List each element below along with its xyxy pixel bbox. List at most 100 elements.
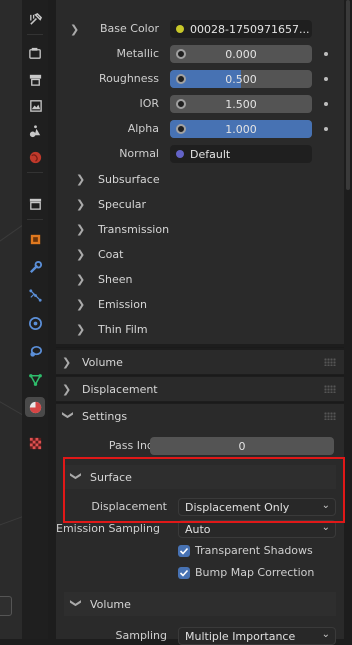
volume-sampling-value: Multiple Importance [185,629,296,643]
base-color-label: Base Color [99,22,159,35]
chevron-down-icon: ⌄ [321,522,330,533]
drag-grip-icon[interactable] [324,385,336,393]
transparent-shadows-label[interactable]: Transparent Shadows [195,544,313,557]
viewport-wireframe-line [0,513,22,528]
panel-title: Displacement [82,382,158,396]
panel-header-volume[interactable]: ❯ Volume [56,350,344,374]
vector-socket-icon [176,150,184,158]
physics-tab-icon[interactable] [25,313,45,333]
subpanel-header-volume[interactable]: ❯ Volume [64,592,336,616]
chevron-right-icon: ❯ [76,172,86,186]
base-color-value: 00028-1750971657... [190,22,310,36]
emission-sampling-dropdown[interactable]: Auto ⌄ [178,520,336,538]
subpanel-sheen[interactable]: ❯ Sheen [76,269,132,289]
roughness-label: Roughness [98,72,159,85]
chevron-down-icon: ❯ [69,598,83,608]
alpha-label: Alpha [127,122,159,135]
transparent-shadows-checkbox[interactable] [178,545,190,557]
viewport-wireframe-line [0,400,22,421]
particles-tab-icon[interactable] [25,285,45,305]
chevron-down-icon: ❯ [61,410,75,420]
metallic-label: Metallic [116,47,159,60]
tab-divider [27,34,43,35]
drag-grip-icon[interactable] [324,412,336,420]
metallic-value: 0.000 [225,47,257,61]
pass-index-field[interactable]: 0 [150,437,334,455]
chevron-right-icon: ❯ [76,272,86,286]
scrollbar-thumb[interactable] [346,0,350,190]
roughness-keyframe-dot[interactable] [324,77,328,81]
subpanel-header-surface[interactable]: ❯ Surface [64,465,336,489]
material-properties-panel: ❯ Base Color 00028-1750971657... Metalli… [48,0,352,645]
viewport-wireframe-line [0,215,22,246]
object-tab-icon[interactable] [25,229,45,249]
subpanel-transmission[interactable]: ❯ Transmission [76,219,169,239]
panel-divider [56,375,344,376]
alpha-keyframe-dot[interactable] [324,127,328,131]
view-layer-tab-icon[interactable] [25,95,45,115]
subpanel-subsurface[interactable]: ❯ Subsurface [76,169,160,189]
chevron-right-icon: ❯ [76,222,86,236]
displacement-method-label: Displacement [91,500,167,513]
scene-tab-icon[interactable] [25,121,45,141]
chevron-right-icon: ❯ [76,197,86,211]
render-tab-icon[interactable] [25,43,45,63]
bump-map-correction-checkbox[interactable] [178,567,190,579]
modifier-tab-icon[interactable] [25,257,45,277]
material-tab-icon[interactable] [25,397,45,417]
ior-slider[interactable]: 1.500 [170,95,312,113]
subpanel-specular[interactable]: ❯ Specular [76,194,146,214]
world-tab-icon[interactable] [25,147,45,167]
properties-tab-bar [22,0,48,639]
bump-map-correction-label[interactable]: Bump Map Correction [195,566,314,579]
subpanel-label: Coat [98,247,124,261]
alpha-value: 1.000 [225,122,257,136]
collection-tab-icon[interactable] [25,193,45,213]
chevron-down-icon: ❯ [69,471,83,481]
float-socket-icon [176,49,186,59]
subpanel-coat[interactable]: ❯ Coat [76,244,123,264]
checkmark-icon [179,547,189,555]
volume-sampling-dropdown[interactable]: Multiple Importance ⌄ [178,627,336,645]
ior-value: 1.500 [225,97,257,111]
subpanel-emission[interactable]: ❯ Emission [76,294,147,314]
normal-field[interactable]: Default [170,145,312,163]
displacement-method-dropdown[interactable]: Displacement Only ⌄ [178,498,336,516]
base-color-field[interactable]: 00028-1750971657... [170,20,312,38]
ior-keyframe-dot[interactable] [324,102,328,106]
texture-tab-icon[interactable] [25,433,45,453]
viewport-widget[interactable] [0,596,12,616]
metallic-slider[interactable]: 0.000 [170,45,312,63]
panel-title: Settings [82,409,128,423]
subpanel-label: Subsurface [98,172,160,186]
tab-divider [27,219,43,220]
roughness-slider[interactable]: 0.500 [170,70,312,88]
volume-sampling-label: Sampling [115,629,168,642]
tool-tab-icon[interactable] [25,9,45,29]
alpha-slider[interactable]: 1.000 [170,120,312,138]
constraints-tab-icon[interactable] [25,341,45,361]
tab-divider [27,172,43,173]
metallic-keyframe-dot[interactable] [324,52,328,56]
data-tab-icon[interactable] [25,369,45,389]
drag-grip-icon[interactable] [324,358,336,366]
color-socket-icon [176,25,184,33]
panel-scrollbar[interactable] [346,0,350,639]
emission-sampling-value: Auto [185,522,211,536]
output-tab-icon[interactable] [25,69,45,89]
pass-index-value: 0 [238,439,246,453]
chevron-right-icon: ❯ [76,297,86,311]
subpanel-label: Specular [98,197,147,211]
subpanel-label: Sheen [98,272,133,286]
emission-sampling-label: Emission Sampling [56,522,160,535]
subpanel-label: Emission [98,297,147,311]
panel-header-displacement[interactable]: ❯ Displacement [56,377,344,401]
viewport-edge[interactable] [0,0,22,639]
subpanel-thin-film[interactable]: ❯ Thin Film [76,319,148,339]
panel-header-settings[interactable]: ❯ Settings [56,404,344,428]
float-socket-icon [176,99,186,109]
normal-value: Default [190,147,231,161]
panel-divider [56,347,344,348]
checkmark-icon [179,569,189,577]
chevron-right-icon: ❯ [62,382,72,396]
